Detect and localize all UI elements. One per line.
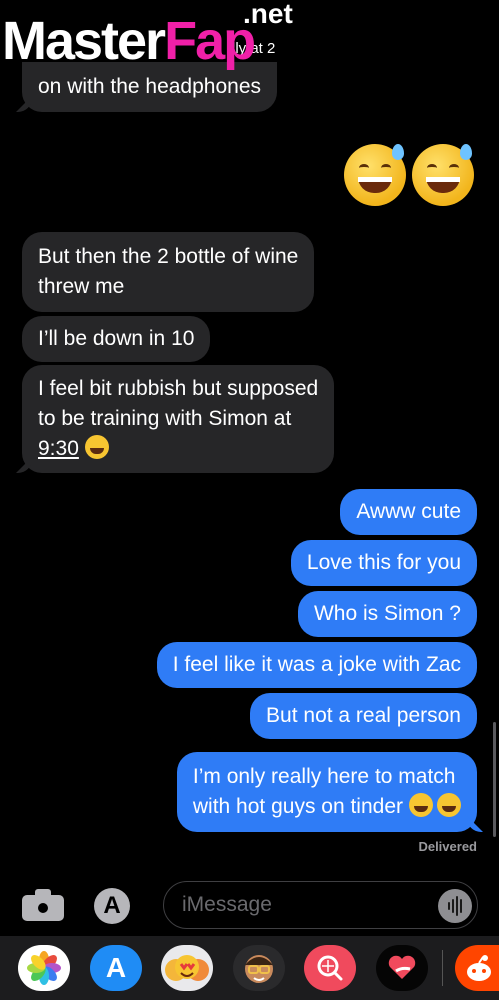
- message-text: But then the 2 bottle of wine: [38, 245, 299, 268]
- scrollbar[interactable]: [493, 722, 496, 837]
- message-input[interactable]: iMessage: [163, 881, 478, 929]
- message-text: Awww cute: [356, 500, 461, 523]
- message-text: I’m only really here to match: [192, 765, 456, 788]
- grinning-sweat-emoji[interactable]: [344, 144, 406, 206]
- outgoing-message[interactable]: Who is Simon ?: [297, 591, 477, 637]
- memoji-sticker-app-icon[interactable]: [233, 945, 285, 991]
- watermark-text: MasterFap: [2, 11, 256, 71]
- app-store-app-icon[interactable]: A: [90, 945, 142, 991]
- app-store-button[interactable]: A: [94, 888, 130, 924]
- message-text: I feel bit rubbish but supposed: [38, 377, 319, 400]
- grinning-sweat-emoji: [409, 793, 433, 817]
- message-text: Who is Simon ?: [313, 602, 461, 625]
- outgoing-message[interactable]: But not a real person: [250, 693, 477, 739]
- message-text: I’ll be down in 10: [38, 327, 195, 350]
- grinning-sweat-emoji: [437, 793, 461, 817]
- message-text: with hot guys on tinder: [192, 795, 403, 818]
- message-text: to be training with Simon at: [38, 407, 292, 430]
- message-text: on with the headphones: [38, 75, 262, 98]
- outgoing-message[interactable]: I’m only really here to match with hot g…: [176, 752, 477, 832]
- app-drawer-divider: [442, 950, 443, 986]
- outgoing-message[interactable]: I feel like it was a joke with Zac: [156, 642, 477, 688]
- message-text: But not a real person: [266, 704, 461, 727]
- watermark-suffix: .net: [243, 0, 293, 29]
- outgoing-message[interactable]: Awww cute: [340, 489, 477, 535]
- digital-touch-app-icon[interactable]: [376, 945, 428, 991]
- photos-app-icon[interactable]: [18, 945, 70, 991]
- grinning-sweat-emoji: [84, 435, 109, 459]
- compose-bar: A iMessage: [0, 875, 499, 935]
- incoming-message[interactable]: I’ll be down in 10: [22, 316, 211, 362]
- delivered-status: Delivered: [418, 839, 477, 854]
- camera-icon[interactable]: [22, 889, 64, 921]
- incoming-message[interactable]: But then the 2 bottle of wine threw me: [22, 232, 315, 312]
- memoji-app-icon[interactable]: [161, 945, 213, 991]
- grinning-sweat-emoji[interactable]: [412, 144, 474, 206]
- message-text: I feel like it was a joke with Zac: [172, 653, 461, 676]
- incoming-message[interactable]: I feel bit rubbish but supposed to be tr…: [22, 365, 335, 473]
- message-text: Love this for you: [306, 551, 461, 574]
- audio-waveform-icon[interactable]: [438, 889, 472, 923]
- app-drawer: A: [0, 936, 499, 1000]
- search-images-app-icon[interactable]: [304, 945, 356, 991]
- outgoing-message[interactable]: Love this for you: [290, 540, 477, 586]
- reddit-app-icon[interactable]: [455, 945, 499, 991]
- message-text: threw me: [38, 275, 125, 298]
- watermark: MasterFap .net: [0, 0, 499, 78]
- time-link[interactable]: 9:30: [38, 437, 79, 460]
